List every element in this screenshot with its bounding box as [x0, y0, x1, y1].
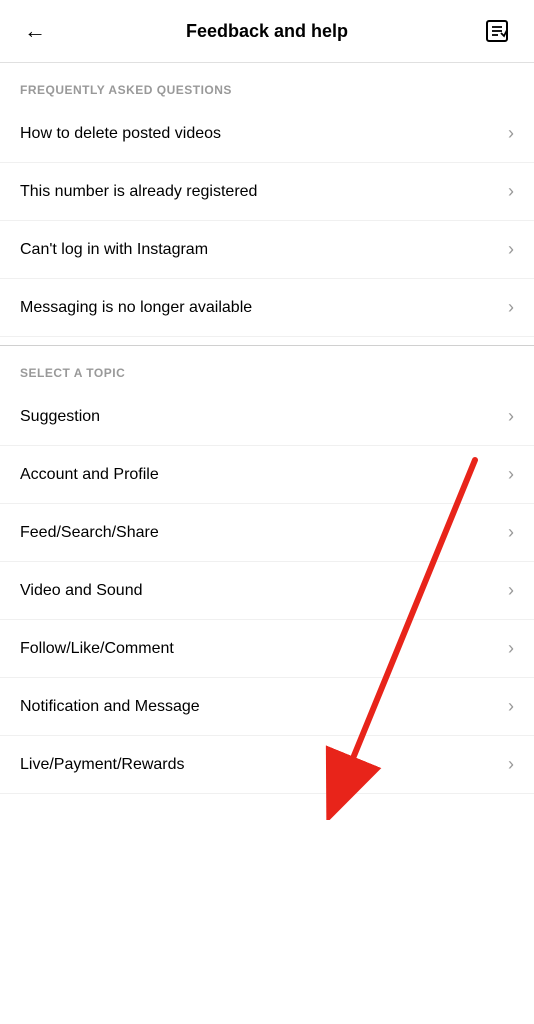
chevron-icon-faq-3: ›	[508, 239, 514, 260]
header: ← Feedback and help	[0, 0, 534, 63]
topic-item-account[interactable]: Account and Profile ›	[0, 446, 534, 504]
topic-item-video[interactable]: Video and Sound ›	[0, 562, 534, 620]
topic-item-live[interactable]: Live/Payment/Rewards ›	[0, 736, 534, 794]
chevron-icon-faq-4: ›	[508, 297, 514, 318]
report-button[interactable]	[480, 14, 514, 48]
chevron-icon-faq-1: ›	[508, 123, 514, 144]
topic-item-feed[interactable]: Feed/Search/Share ›	[0, 504, 534, 562]
faq-item-4-text: Messaging is no longer available	[20, 299, 252, 317]
back-arrow-icon: ←	[24, 18, 46, 44]
chevron-icon-topic-2: ›	[508, 464, 514, 485]
topic-section-label: SELECT A TOPIC	[0, 346, 534, 388]
back-button[interactable]: ←	[20, 14, 50, 48]
topic-item-account-text: Account and Profile	[20, 466, 159, 484]
faq-item-2-text: This number is already registered	[20, 183, 257, 201]
page-title: Feedback and help	[186, 21, 348, 42]
topic-item-notification-text: Notification and Message	[20, 698, 200, 716]
chevron-icon-topic-7: ›	[508, 754, 514, 775]
topic-list: Suggestion › Account and Profile › Feed/…	[0, 388, 534, 794]
faq-item-3[interactable]: Can't log in with Instagram ›	[0, 221, 534, 279]
topic-item-feed-text: Feed/Search/Share	[20, 524, 159, 542]
chevron-icon-topic-4: ›	[508, 580, 514, 601]
faq-list: How to delete posted videos › This numbe…	[0, 105, 534, 337]
faq-item-2[interactable]: This number is already registered ›	[0, 163, 534, 221]
faq-section-label: FREQUENTLY ASKED QUESTIONS	[0, 63, 534, 105]
topic-item-suggestion[interactable]: Suggestion ›	[0, 388, 534, 446]
topic-item-follow-text: Follow/Like/Comment	[20, 640, 174, 658]
chevron-icon-topic-5: ›	[508, 638, 514, 659]
chevron-icon-faq-2: ›	[508, 181, 514, 202]
topic-item-video-text: Video and Sound	[20, 582, 142, 600]
faq-item-1-text: How to delete posted videos	[20, 125, 221, 143]
page-wrapper: ← Feedback and help FREQUENTLY ASKED QUE…	[0, 0, 534, 1024]
chevron-icon-topic-1: ›	[508, 406, 514, 427]
report-icon	[484, 18, 510, 44]
topic-item-live-text: Live/Payment/Rewards	[20, 756, 185, 774]
chevron-icon-topic-6: ›	[508, 696, 514, 717]
chevron-icon-topic-3: ›	[508, 522, 514, 543]
topic-item-follow[interactable]: Follow/Like/Comment ›	[0, 620, 534, 678]
topic-item-notification[interactable]: Notification and Message ›	[0, 678, 534, 736]
faq-item-3-text: Can't log in with Instagram	[20, 241, 208, 259]
faq-item-4[interactable]: Messaging is no longer available ›	[0, 279, 534, 337]
faq-item-1[interactable]: How to delete posted videos ›	[0, 105, 534, 163]
topic-item-suggestion-text: Suggestion	[20, 408, 100, 426]
